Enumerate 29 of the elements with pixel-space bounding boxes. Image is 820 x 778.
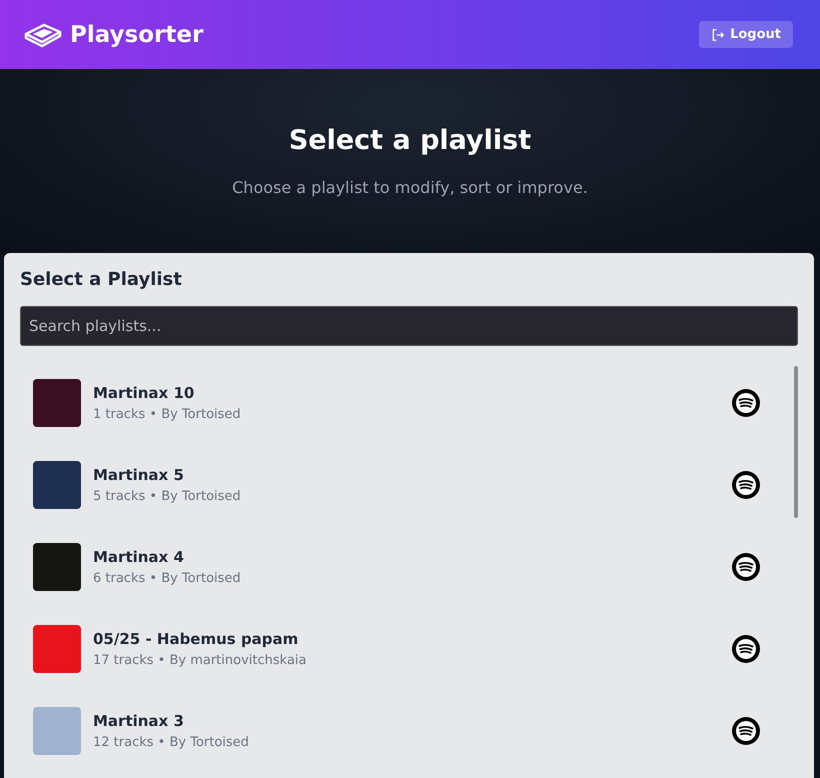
playlist-name: 05/25 - Habemus papam xyxy=(93,630,300,648)
logout-icon xyxy=(711,28,726,42)
playlist-item[interactable]: Martinax 4 6 tracks • By Tortoised xyxy=(20,526,786,608)
playlist-item[interactable]: 05/25 - Habemus papam 17 tracks • By martinovitchskaia xyxy=(20,608,786,690)
spotify-icon xyxy=(732,553,760,581)
spotify-icon xyxy=(732,635,760,663)
playlist-name: Martinax 3 xyxy=(93,712,185,730)
playlist-name: Martinax 10 xyxy=(93,384,196,402)
page-title: Select a playlist xyxy=(288,125,532,156)
cassette-logo-icon xyxy=(24,22,62,48)
playlist-meta: 12 tracks • By Tortoised xyxy=(93,735,250,750)
playlist-meta: 6 tracks • By Tortoised xyxy=(93,571,242,586)
playlist-meta: 17 tracks • By martinovitchskaia xyxy=(93,653,308,668)
logout-button[interactable]: Logout xyxy=(699,21,793,48)
playlist-item[interactable]: Martinax 5 5 tracks • By Tortoised xyxy=(20,444,786,526)
page-subtitle: Choose a playlist to modify, sort or improve. xyxy=(232,178,588,197)
brand-name: Playsorter xyxy=(70,22,204,48)
spotify-icon xyxy=(732,717,760,745)
spotify-icon xyxy=(732,471,760,499)
search-field[interactable]: Search playlists... xyxy=(20,306,798,346)
playlist-item[interactable]: Martinax 10 1 tracks • By Tortoised xyxy=(20,362,786,444)
scrollbar-thumb[interactable] xyxy=(794,366,798,518)
panel-title: Select a Playlist xyxy=(20,269,183,290)
playlist-meta: 5 tracks • By Tortoised xyxy=(93,489,242,504)
playlist-name: Martinax 5 xyxy=(93,466,185,484)
playlist-item[interactable]: Martinax 3 12 tracks • By Tortoised xyxy=(20,690,786,772)
playlist-meta: 1 tracks • By Tortoised xyxy=(93,407,242,422)
playlist-name: Martinax 4 xyxy=(93,548,185,566)
spotify-icon xyxy=(732,389,760,417)
